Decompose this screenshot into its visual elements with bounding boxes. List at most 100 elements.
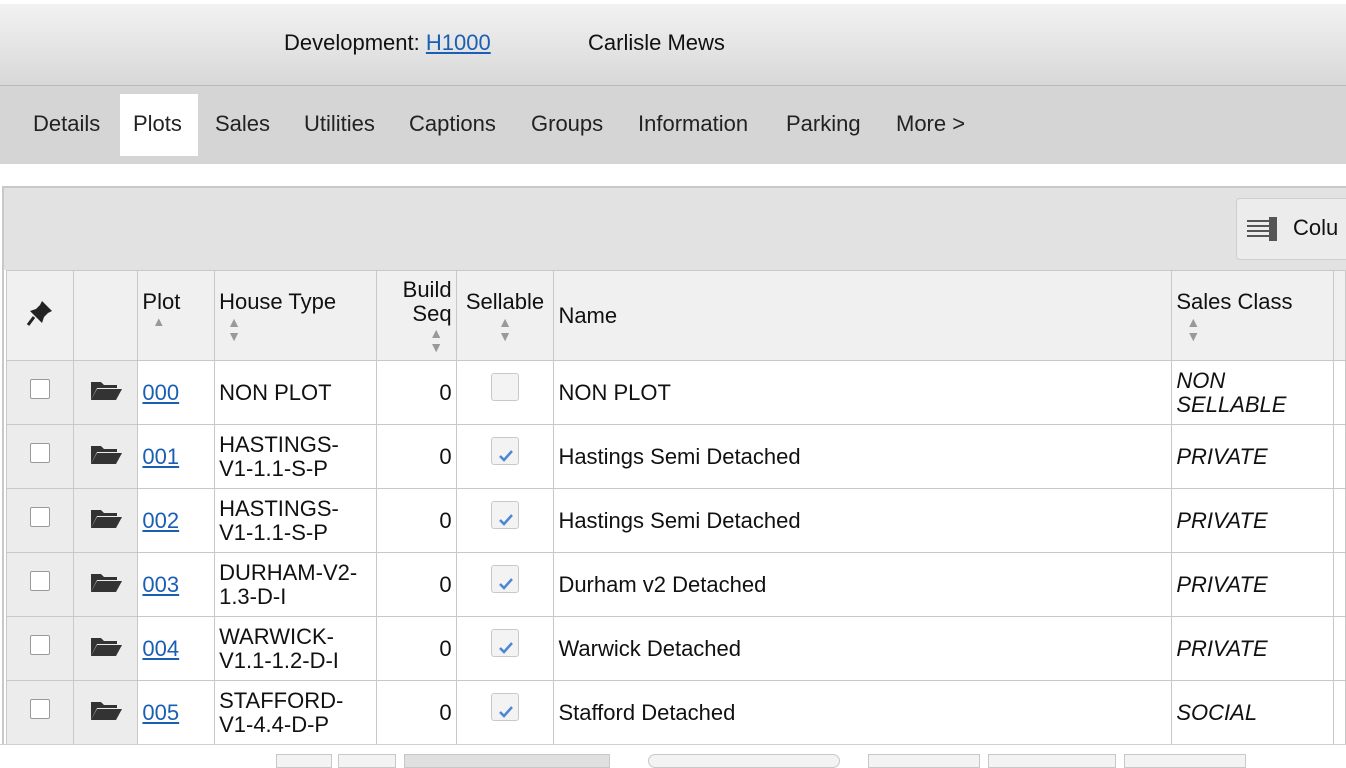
next-column-header <box>1332 270 1346 361</box>
folder-icon[interactable] <box>89 573 123 599</box>
pager-button[interactable] <box>404 754 610 768</box>
folder-icon[interactable] <box>89 637 123 663</box>
page-size-select[interactable] <box>648 754 840 768</box>
row-select-cell <box>6 616 74 681</box>
house-type-line-2: V1.1-1.2-D-I <box>219 647 339 673</box>
build-seq-cell: 0 <box>375 488 457 553</box>
table-row[interactable]: 000 NON PLOT 0 NON PLOT NON SELLABLE <box>6 360 1346 425</box>
table-row[interactable]: 004 WARWICK- V1.1-1.2-D-I 0 Warwick Detached… <box>6 616 1346 681</box>
sellable-column-header[interactable]: Sellable ▲ ▼ <box>455 270 555 361</box>
plot-link[interactable]: 004 <box>142 636 179 661</box>
plot-cell: 000 <box>137 360 216 425</box>
folder-icon[interactable] <box>89 445 123 471</box>
sales-class-line-2: SELLABLE <box>1176 391 1287 417</box>
sellable-checkbox[interactable] <box>491 565 519 594</box>
sales-class-line-1: PRIVATE <box>1176 635 1268 661</box>
pager-button[interactable] <box>1124 754 1246 768</box>
folder-cell <box>72 616 139 681</box>
row-select-checkbox[interactable] <box>29 443 50 464</box>
plot-cell: 003 <box>137 552 216 617</box>
folder-cell <box>72 680 139 745</box>
tab-utilities[interactable]: Utilities <box>291 94 388 156</box>
build-seq-header-label-1: Build <box>402 276 452 302</box>
table-header-row: Plot ▲ House Type ▲ ▼ Build Seq ▲ ▼ Sellab… <box>6 270 1346 361</box>
house-type-line-2: 1.3-D-I <box>219 583 287 609</box>
check-icon <box>498 572 514 598</box>
name-cell: Hastings Semi Detached <box>553 488 1173 553</box>
sales-class-cell: SOCIAL <box>1171 680 1334 745</box>
plot-column-header[interactable]: Plot ▲ <box>137 270 216 361</box>
sellable-cell <box>455 552 555 617</box>
sales-class-cell: NON SELLABLE <box>1171 360 1334 425</box>
tab-groups[interactable]: Groups <box>518 94 616 156</box>
tab-more[interactable]: More > <box>883 94 978 156</box>
house-type-line-1: STAFFORD- <box>219 687 344 713</box>
house-type-cell: DURHAM-V2- 1.3-D-I <box>214 552 377 617</box>
plots-table: Plot ▲ House Type ▲ ▼ Build Seq ▲ ▼ Sellab… <box>6 270 1346 745</box>
table-row[interactable]: 002 HASTINGS- V1-1.1-S-P 0 Hastings Semi Det… <box>6 488 1346 553</box>
check-icon <box>498 636 514 662</box>
sellable-checkbox[interactable] <box>491 693 519 722</box>
next-column-cell <box>1332 360 1346 425</box>
plot-cell: 002 <box>137 488 216 553</box>
house-type-line-2: V1-4.4-D-P <box>219 711 330 737</box>
plot-link[interactable]: 003 <box>142 572 179 597</box>
name-cell: Stafford Detached <box>553 680 1173 745</box>
tab-bar: Details Plots Sales Utilities Captions G… <box>0 86 1346 164</box>
row-select-checkbox[interactable] <box>29 699 50 720</box>
pager-button[interactable] <box>988 754 1116 768</box>
row-select-checkbox[interactable] <box>29 379 50 400</box>
row-select-checkbox[interactable] <box>29 507 50 528</box>
sellable-cell <box>455 616 555 681</box>
name-column-header[interactable]: Name <box>553 270 1173 361</box>
folder-icon[interactable] <box>89 509 123 535</box>
row-select-checkbox[interactable] <box>29 571 50 592</box>
pin-icon <box>26 300 54 332</box>
sellable-cell <box>455 488 555 553</box>
plot-link[interactable]: 005 <box>142 700 179 725</box>
sales-class-cell: PRIVATE <box>1171 616 1334 681</box>
sales-class-cell: PRIVATE <box>1171 488 1334 553</box>
tab-details[interactable]: Details <box>20 94 113 156</box>
name-cell: Durham v2 Detached <box>553 552 1173 617</box>
row-select-cell <box>6 680 74 745</box>
build-seq-cell: 0 <box>375 424 457 489</box>
columns-icon <box>1247 217 1281 247</box>
house-type-line-1: DURHAM-V2- <box>219 559 358 585</box>
house-type-column-header[interactable]: House Type ▲ ▼ <box>214 270 377 361</box>
plot-link[interactable]: 002 <box>142 508 179 533</box>
table-row[interactable]: 005 STAFFORD- V1-4.4-D-P 0 Stafford Detached… <box>6 680 1346 745</box>
folder-icon[interactable] <box>89 701 123 727</box>
tab-sales[interactable]: Sales <box>202 94 283 156</box>
pager-button[interactable] <box>338 754 396 768</box>
folder-icon[interactable] <box>89 381 123 407</box>
tab-captions[interactable]: Captions <box>396 94 509 156</box>
row-select-checkbox[interactable] <box>29 635 50 656</box>
build-seq-column-header[interactable]: Build Seq ▲ ▼ <box>375 270 457 361</box>
sellable-checkbox[interactable] <box>491 629 519 658</box>
plot-link[interactable]: 001 <box>142 444 179 469</box>
folder-cell <box>72 424 139 489</box>
columns-button[interactable]: Colu <box>1236 198 1346 260</box>
table-row[interactable]: 003 DURHAM-V2- 1.3-D-I 0 Durham v2 Detached P… <box>6 552 1346 617</box>
sellable-checkbox[interactable] <box>491 501 519 530</box>
tab-parking[interactable]: Parking <box>773 94 874 156</box>
development-label: Development: H1000 <box>284 30 491 56</box>
plot-link[interactable]: 000 <box>142 380 179 405</box>
tab-information[interactable]: Information <box>625 94 761 156</box>
pager-button[interactable] <box>868 754 980 768</box>
plot-cell: 004 <box>137 616 216 681</box>
development-label-text: Development: <box>284 30 420 55</box>
sales-class-column-header[interactable]: Sales Class ▲ ▼ <box>1171 270 1334 361</box>
development-code-link[interactable]: H1000 <box>426 30 491 55</box>
table-row[interactable]: 001 HASTINGS- V1-1.1-S-P 0 Hastings Semi Det… <box>6 424 1346 489</box>
sellable-checkbox[interactable] <box>491 437 519 466</box>
tab-plots[interactable]: Plots <box>120 94 198 156</box>
pager-button[interactable] <box>276 754 332 768</box>
folder-cell <box>72 360 139 425</box>
row-select-cell <box>6 360 74 425</box>
plot-cell: 005 <box>137 680 216 745</box>
sellable-checkbox[interactable] <box>491 373 519 402</box>
check-icon <box>498 508 514 534</box>
pin-column-header[interactable] <box>6 270 74 361</box>
